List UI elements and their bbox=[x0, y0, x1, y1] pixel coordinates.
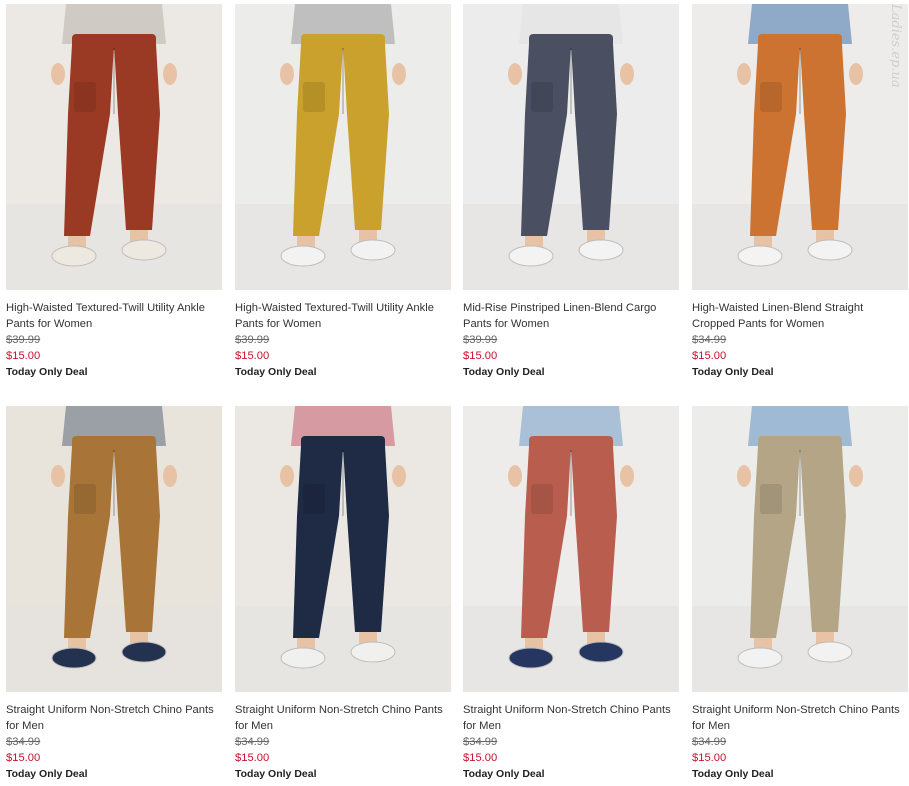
original-price: $39.99 bbox=[6, 334, 41, 346]
deal-badge: Today Only Deal bbox=[692, 768, 774, 780]
original-price: $34.99 bbox=[692, 334, 727, 346]
original-price: $34.99 bbox=[6, 736, 41, 748]
product-image[interactable] bbox=[692, 406, 908, 692]
product-title-link[interactable]: Mid-Rise Pinstriped Linen-Blend Cargo Pa… bbox=[463, 300, 677, 332]
pants-illustration bbox=[235, 406, 451, 692]
pants-illustration bbox=[692, 4, 908, 290]
deal-badge: Today Only Deal bbox=[6, 768, 88, 780]
product-image[interactable] bbox=[463, 406, 679, 692]
original-price: $34.99 bbox=[692, 736, 727, 748]
original-price: $39.99 bbox=[235, 334, 270, 346]
sale-price: $15.00 bbox=[6, 752, 41, 764]
original-price: $34.99 bbox=[463, 736, 498, 748]
product-image[interactable] bbox=[6, 406, 222, 692]
deal-badge: Today Only Deal bbox=[6, 366, 88, 378]
product-title-link[interactable]: High-Waisted Linen-Blend Straight Croppe… bbox=[692, 300, 906, 332]
product-image[interactable] bbox=[235, 4, 451, 290]
product-title-link[interactable]: Straight Uniform Non-Stretch Chino Pants… bbox=[235, 702, 449, 734]
product-image[interactable] bbox=[235, 406, 451, 692]
pants-illustration bbox=[6, 4, 222, 290]
pants-illustration bbox=[463, 406, 679, 692]
product-image[interactable] bbox=[692, 4, 908, 290]
product-title-link[interactable]: High-Waisted Textured-Twill Utility Ankl… bbox=[235, 300, 449, 332]
pants-illustration bbox=[692, 406, 908, 692]
sale-price: $15.00 bbox=[692, 350, 727, 362]
product-image[interactable] bbox=[463, 4, 679, 290]
sale-price: $15.00 bbox=[235, 752, 270, 764]
deal-badge: Today Only Deal bbox=[235, 366, 317, 378]
product-title-link[interactable]: High-Waisted Textured-Twill Utility Ankl… bbox=[6, 300, 220, 332]
pants-illustration bbox=[6, 406, 222, 692]
deal-badge: Today Only Deal bbox=[692, 366, 774, 378]
sale-price: $15.00 bbox=[235, 350, 270, 362]
deal-badge: Today Only Deal bbox=[463, 366, 545, 378]
watermark: Ladies.ep.ua bbox=[888, 4, 903, 88]
product-title-link[interactable]: Straight Uniform Non-Stretch Chino Pants… bbox=[692, 702, 906, 734]
product-title-link[interactable]: Straight Uniform Non-Stretch Chino Pants… bbox=[6, 702, 220, 734]
pants-illustration bbox=[235, 4, 451, 290]
sale-price: $15.00 bbox=[692, 752, 727, 764]
sale-price: $15.00 bbox=[463, 752, 498, 764]
original-price: $39.99 bbox=[463, 334, 498, 346]
pants-illustration bbox=[463, 4, 679, 290]
deal-badge: Today Only Deal bbox=[235, 768, 317, 780]
deal-badge: Today Only Deal bbox=[463, 768, 545, 780]
product-title-link[interactable]: Straight Uniform Non-Stretch Chino Pants… bbox=[463, 702, 677, 734]
product-grid: High-Waisted Textured-Twill Utility Ankl… bbox=[0, 0, 909, 786]
sale-price: $15.00 bbox=[463, 350, 498, 362]
product-image[interactable] bbox=[6, 4, 222, 290]
sale-price: $15.00 bbox=[6, 350, 41, 362]
original-price: $34.99 bbox=[235, 736, 270, 748]
